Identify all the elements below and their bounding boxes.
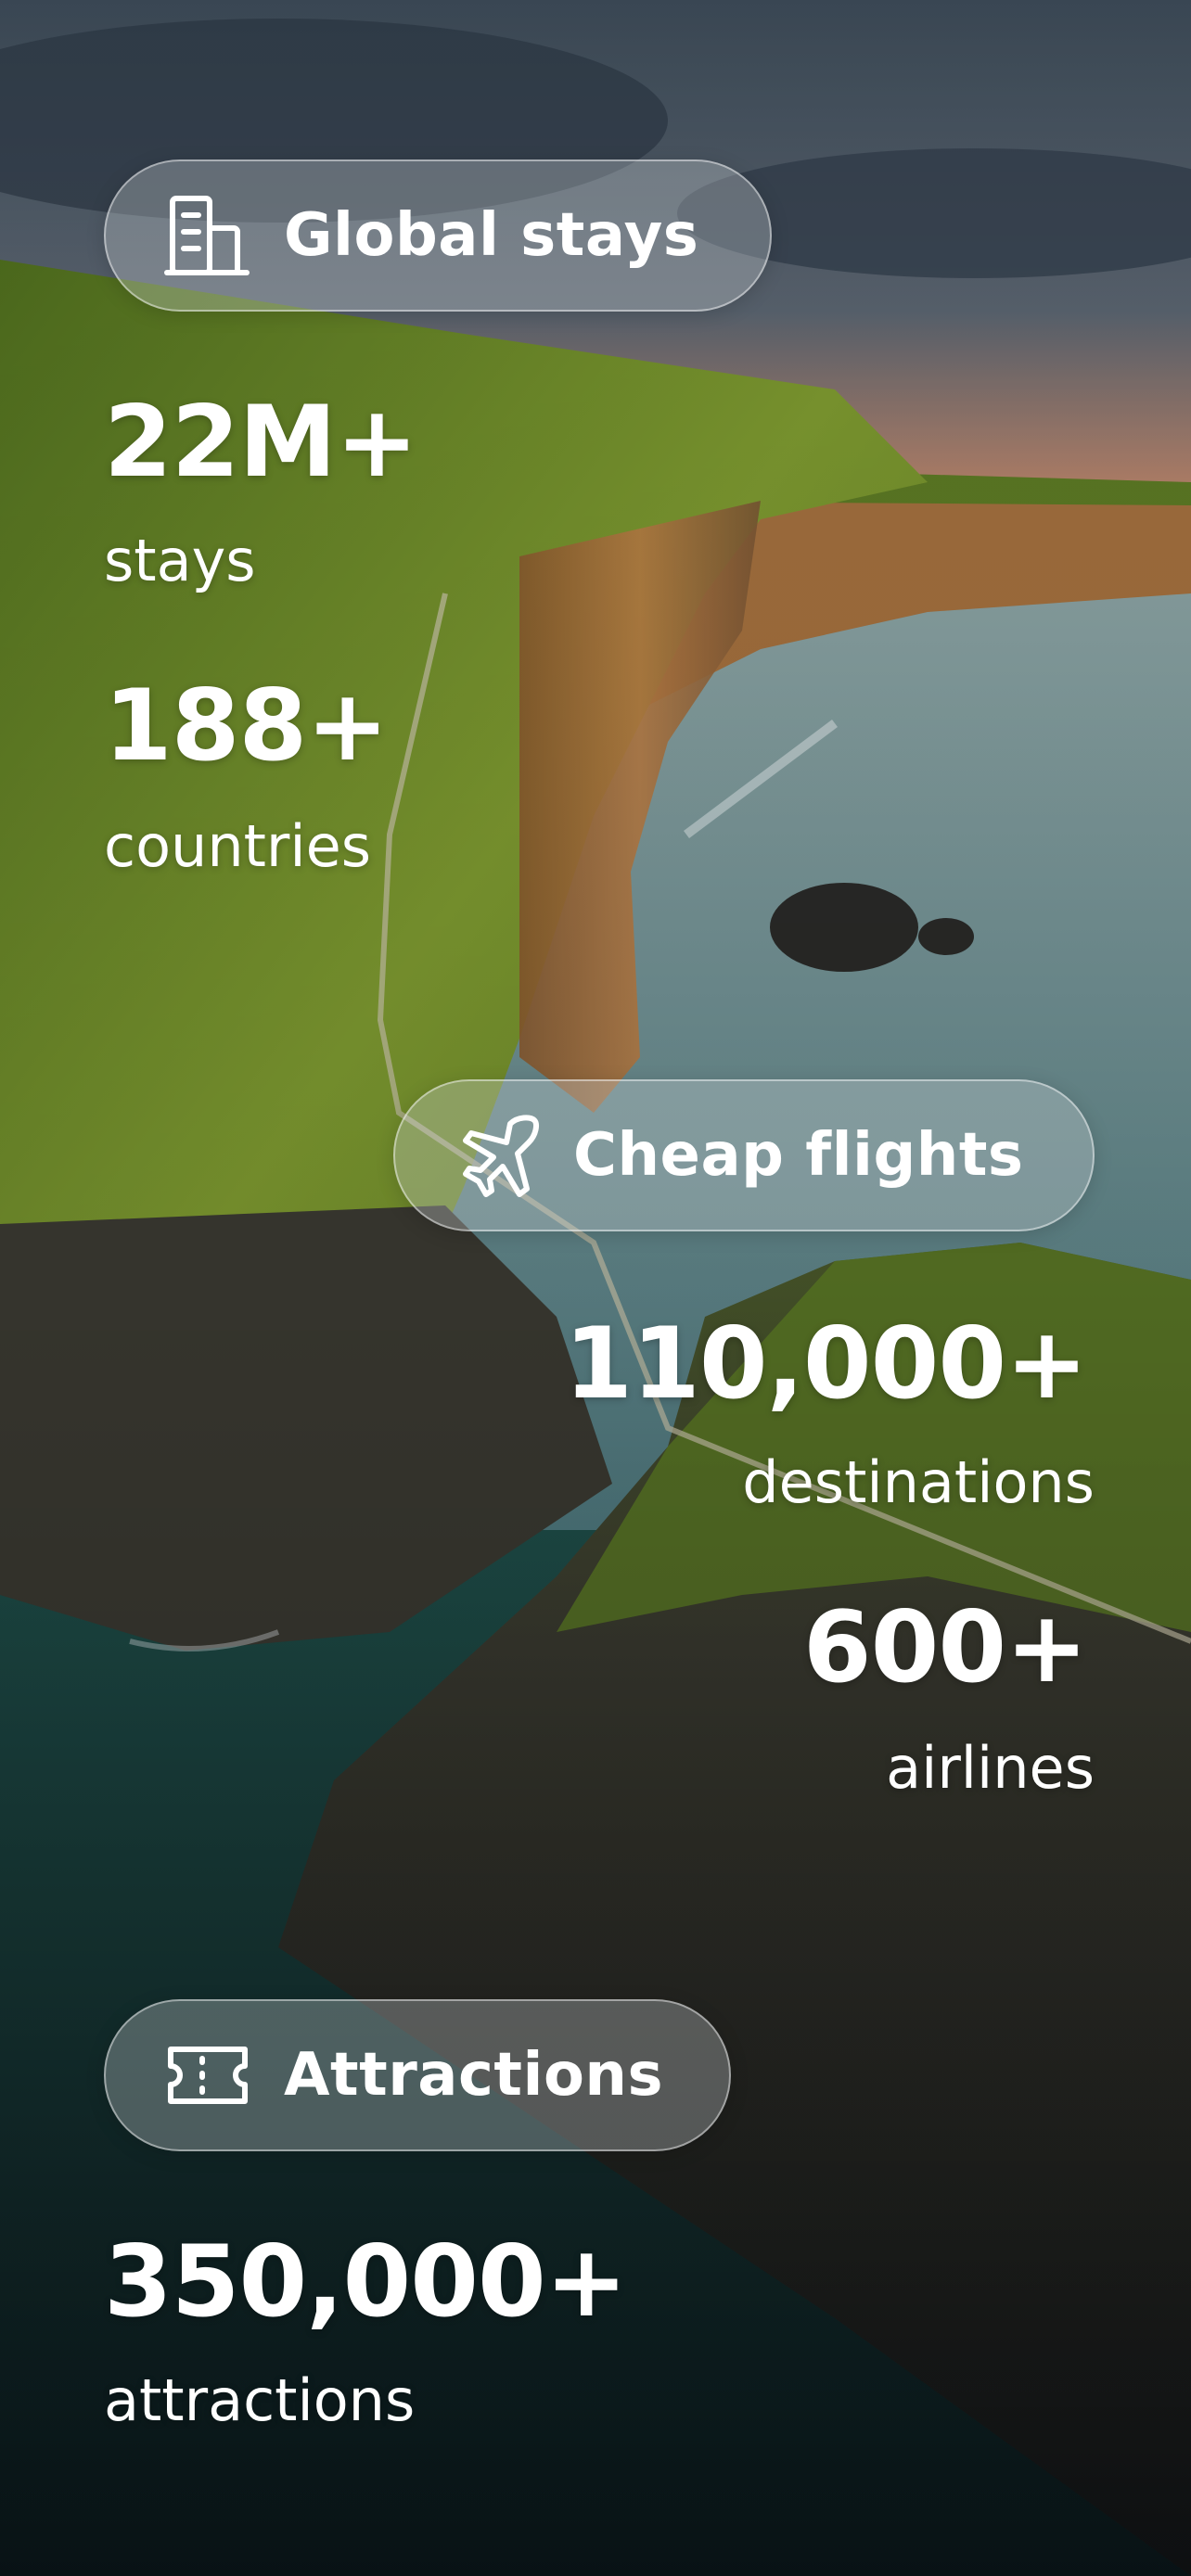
countries-label: countries	[104, 812, 372, 880]
countries-count: 188+	[104, 669, 389, 783]
attractions-count: 350,000+	[104, 2225, 628, 2339]
ticket-icon	[163, 2031, 252, 2120]
stays-label: stays	[104, 527, 256, 594]
cheap-flights-chip[interactable]: Cheap flights	[393, 1079, 1095, 1231]
attractions-label: attractions	[104, 2366, 416, 2434]
airplane-icon	[453, 1111, 542, 1200]
global-stays-label: Global stays	[284, 201, 699, 270]
global-stays-chip[interactable]: Global stays	[104, 159, 772, 312]
stays-count: 22M+	[104, 385, 418, 499]
airlines-label: airlines	[886, 1734, 1095, 1802]
destinations-label: destinations	[742, 1448, 1095, 1516]
building-icon	[163, 191, 252, 280]
destinations-count: 110,000+	[564, 1307, 1088, 1421]
attractions-chip[interactable]: Attractions	[104, 1999, 731, 2151]
cheap-flights-label: Cheap flights	[573, 1121, 1024, 1190]
airlines-count: 600+	[802, 1590, 1088, 1704]
attractions-chip-label: Attractions	[284, 2041, 664, 2110]
